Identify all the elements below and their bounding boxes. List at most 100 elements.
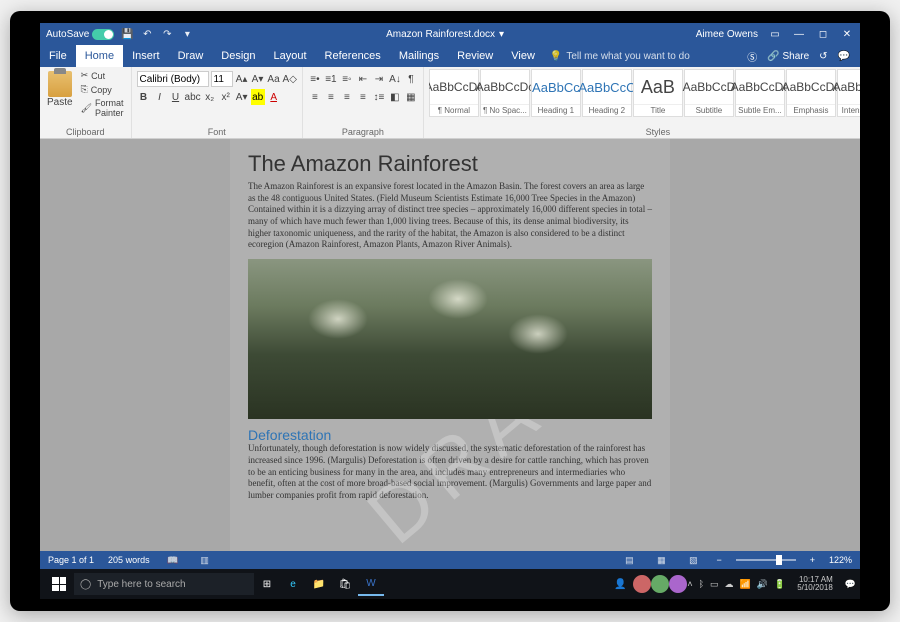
web-layout-button[interactable]: ▧ [684,553,702,567]
comments-icon[interactable]: 💬 [838,51,850,62]
undo-icon[interactable]: ↶ [140,29,154,40]
tab-draw[interactable]: Draw [169,45,213,67]
battery-icon[interactable]: 🔋 [774,579,785,590]
format-painter-button[interactable]: 🖌Format Painter [79,97,126,119]
align-right-button[interactable]: ≡ [340,89,354,105]
doc-paragraph-1[interactable]: The Amazon Rainforest is an expansive fo… [248,181,652,251]
doc-image-rainforest[interactable] [248,259,652,419]
copy-button[interactable]: ⎘Copy [79,83,126,96]
store-icon[interactable]: 🛍 [332,572,358,596]
zoom-out-button[interactable]: − [716,555,721,565]
tab-review[interactable]: Review [448,45,502,67]
volume-icon[interactable]: 🔊 [757,579,768,590]
share-button[interactable]: 🔗 Share [767,51,809,62]
style-title[interactable]: AaBTitle [633,69,683,117]
onedrive-icon[interactable]: ☁ [725,579,734,590]
tab-references[interactable]: References [316,45,390,67]
save-icon[interactable]: 💾 [120,29,134,40]
zoom-level[interactable]: 122% [829,555,852,565]
tablet-mode-icon[interactable]: ▭ [710,579,719,590]
styles-gallery[interactable]: AaBbCcDc¶ NormalAaBbCcDc¶ No Spac...AaBb… [429,69,860,117]
qat-more-icon[interactable]: ▾ [180,29,194,40]
redo-icon[interactable]: ↷ [160,29,174,40]
sync-status-icon[interactable]: Ⓢ [747,49,757,64]
tab-design[interactable]: Design [212,45,264,67]
bullets-button[interactable]: ≡• [308,71,322,87]
user-name[interactable]: Aimee Owens [696,29,758,40]
tab-insert[interactable]: Insert [123,45,169,67]
task-view-button[interactable]: ⊞ [254,572,280,596]
ribbon-options-icon[interactable]: ▭ [768,29,782,40]
tell-me-search[interactable]: 💡 Tell me what you want to do [544,45,737,67]
shrink-font-button[interactable]: A▾ [251,71,265,87]
bluetooth-icon[interactable]: ᛒ [699,579,704,589]
minimize-button[interactable]: — [792,29,806,40]
align-left-button[interactable]: ≡ [308,89,322,105]
tab-view[interactable]: View [502,45,544,67]
autosave-toggle[interactable]: AutoSave [46,29,114,40]
style--normal[interactable]: AaBbCcDc¶ Normal [429,69,479,117]
style-emphasis[interactable]: AaBbCcDcEmphasis [786,69,836,117]
bold-button[interactable]: B [137,89,151,105]
show-marks-button[interactable]: ¶ [404,71,418,87]
change-case-button[interactable]: Aa [267,71,281,87]
zoom-in-button[interactable]: + [810,555,815,565]
style-heading-2[interactable]: AaBbCcCHeading 2 [582,69,632,117]
close-button[interactable]: ✕ [840,29,854,40]
cut-button[interactable]: ✂Cut [79,69,126,82]
people-avatar-3[interactable] [669,575,687,593]
italic-button[interactable]: I [153,89,167,105]
highlight-button[interactable]: ab [251,89,265,105]
numbering-button[interactable]: ≡1 [324,71,338,87]
paste-button[interactable]: Paste [45,69,75,110]
align-center-button[interactable]: ≡ [324,89,338,105]
justify-button[interactable]: ≡ [356,89,370,105]
people-avatar-2[interactable] [651,575,669,593]
maximize-button[interactable]: ◻ [816,29,830,40]
clock[interactable]: 10:17 AM 5/10/2018 [791,576,839,592]
text-effects-button[interactable]: A▾ [235,89,249,105]
read-mode-button[interactable]: ▤ [620,553,638,567]
multilevel-list-button[interactable]: ≡◦ [340,71,354,87]
print-layout-button[interactable]: ▦ [652,553,670,567]
doc-heading-deforestation[interactable]: Deforestation [248,427,652,443]
tray-overflow-icon[interactable]: ˄ [687,579,692,589]
font-size-select[interactable] [211,71,233,87]
tab-home[interactable]: Home [76,45,123,67]
tab-layout[interactable]: Layout [265,45,316,67]
subscript-button[interactable]: x₂ [203,89,217,105]
document-canvas[interactable]: DRAFT The Amazon Rainforest The Amazon R… [40,139,860,551]
style-intense-e-[interactable]: AaBbCcDcIntense E... [837,69,860,117]
increase-indent-button[interactable]: ⇥ [372,71,386,87]
action-center-icon[interactable]: 💬 [845,579,856,590]
strikethrough-button[interactable]: abc [185,89,201,105]
font-name-select[interactable] [137,71,209,87]
word-count[interactable]: 205 words [108,555,150,565]
page-indicator[interactable]: Page 1 of 1 [48,555,94,565]
style-subtle-em-[interactable]: AaBbCcDcSubtle Em... [735,69,785,117]
accessibility-icon[interactable]: ▥ [196,553,214,567]
zoom-slider[interactable] [736,559,796,561]
history-icon[interactable]: ↺ [819,51,827,62]
grow-font-button[interactable]: A▴ [235,71,249,87]
clear-formatting-button[interactable]: A◇ [283,71,297,87]
title-dropdown-icon[interactable]: ▾ [499,29,504,40]
style-heading-1[interactable]: AaBbCcHeading 1 [531,69,581,117]
tab-file[interactable]: File [40,45,76,67]
style--no-spac-[interactable]: AaBbCcDc¶ No Spac... [480,69,530,117]
sort-button[interactable]: A↓ [388,71,402,87]
wifi-icon[interactable]: 📶 [740,579,751,590]
shading-button[interactable]: ◧ [388,89,402,105]
decrease-indent-button[interactable]: ⇤ [356,71,370,87]
start-button[interactable] [44,577,74,591]
tab-mailings[interactable]: Mailings [390,45,448,67]
spellcheck-icon[interactable]: 📖 [164,553,182,567]
superscript-button[interactable]: x² [219,89,233,105]
doc-title[interactable]: The Amazon Rainforest [248,151,652,177]
doc-paragraph-2[interactable]: Unfortunately, though deforestation is n… [248,443,652,501]
file-explorer-icon[interactable]: 📁 [306,572,332,596]
style-subtitle[interactable]: AaBbCcDSubtitle [684,69,734,117]
people-icon[interactable]: 👤 [607,572,633,596]
underline-button[interactable]: U [169,89,183,105]
taskbar-search[interactable]: ◯ Type here to search [74,573,254,595]
